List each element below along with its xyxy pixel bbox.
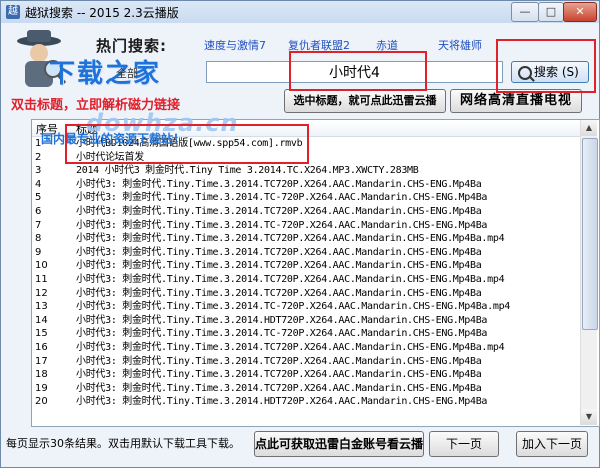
scrollbar-thumb[interactable] [582, 138, 598, 330]
table-row[interactable]: 8 小时代3: 刺金时代.Tiny.Time.3.2014.TC720P.X264… [32, 232, 597, 246]
table-row[interactable]: 12 小时代3: 刺金时代.Tiny.Time.3.2014.TC720P.X26… [32, 287, 597, 301]
row-index: 7 [35, 219, 42, 231]
table-row[interactable]: 7 小时代3: 刺金时代.Tiny.Time.3.2014.TC-720P.X26… [32, 219, 597, 233]
table-row[interactable]: 2 小时代论坛首发 [32, 151, 597, 165]
search-button-label: 搜索 (S) [534, 65, 579, 79]
results-table: 序号 标题 1 小时代BD1024高清国语版[www.spp54.com].rmv… [31, 119, 600, 427]
table-row[interactable]: 13 小时代3: 刺金时代.Tiny.Time.3.2014.TC-720P.X2… [32, 300, 597, 314]
row-index: 15 [35, 328, 48, 340]
table-row[interactable]: 20 小时代3: 刺金时代.Tiny.Time.3.2014.HDT720P.X2… [32, 395, 597, 409]
minimize-button[interactable]: — [511, 2, 539, 22]
title-bar: 越 越狱搜索 -- 2015 2.3云播版 — □ ✕ [1, 1, 599, 23]
row-index: 19 [35, 382, 48, 394]
table-row[interactable]: 19 小时代3: 刺金时代.Tiny.Time.3.2014.TC720P.X26… [32, 382, 597, 396]
row-index: 5 [35, 192, 42, 204]
row-index: 16 [35, 342, 48, 353]
table-row[interactable]: 10 小时代3: 刺金时代.Tiny.Time.3.2014.TC720P.X26… [32, 259, 597, 273]
row-title: 小时代3: 刺金时代.Tiny.Time.3.2014.TC720P.X264.… [76, 246, 482, 258]
row-title: 小时代3: 刺金时代.Tiny.Time.3.2014.TC720P.X264.… [76, 260, 482, 272]
search-button[interactable]: 搜索 (S) [511, 61, 589, 83]
table-row[interactable]: 16 小时代3: 刺金时代.Tiny.Time.3.2014.TC720P.X26… [32, 341, 597, 355]
row-title: 2014 小时代3 刺金时代.Tiny Time 3.2014.TC.X264.… [76, 165, 419, 177]
row-title: 小时代3: 刺金时代.Tiny.Time.3.2014.TC720P.X264.… [76, 233, 505, 245]
hot-link-2[interactable]: 复仇者联盟2 [288, 37, 350, 53]
hot-link-3[interactable]: 赤道 [376, 37, 398, 53]
table-row[interactable]: 9 小时代3: 刺金时代.Tiny.Time.3.2014.TC720P.X264… [32, 246, 597, 260]
row-index: 2 [35, 151, 42, 163]
row-title: 小时代3: 刺金时代.Tiny.Time.3.2014.HDT720P.X264… [76, 314, 488, 326]
live-tv-button[interactable]: 网络高清直播电视 [450, 89, 582, 113]
table-row[interactable]: 18 小时代3: 刺金时代.Tiny.Time.3.2014.TC720P.X26… [32, 368, 597, 382]
search-input[interactable] [206, 61, 503, 83]
table-row[interactable]: 4 小时代3: 刺金时代.Tiny.Time.3.2014.TC720P.X264… [32, 178, 597, 192]
window-title: 越狱搜索 -- 2015 2.3云播版 [25, 6, 179, 20]
maximize-button[interactable]: □ [538, 2, 564, 22]
table-row[interactable]: 5 小时代3: 刺金时代.Tiny.Time.3.2014.TC-720P.X26… [32, 191, 597, 205]
row-title: 小时代3: 刺金时代.Tiny.Time.3.2014.TC720P.X264.… [76, 369, 482, 381]
hot-link-1[interactable]: 速度与激情7 [204, 37, 266, 53]
row-index: 12 [35, 287, 48, 299]
close-button[interactable]: ✕ [563, 2, 597, 22]
domestic-watermark: 国内最专业的资源下载站！ [41, 132, 186, 146]
row-index: 18 [35, 369, 48, 381]
row-index: 6 [35, 206, 42, 217]
app-window: 越 越狱搜索 -- 2015 2.3云播版 — □ ✕ 热门搜索: 速度与激情7… [0, 0, 600, 468]
scroll-up-arrow-icon[interactable]: ▲ [581, 120, 597, 136]
row-index: 13 [35, 301, 48, 313]
scroll-down-arrow-icon[interactable]: ▼ [581, 409, 597, 425]
next-page-button[interactable]: 下一页 [429, 431, 499, 457]
app-icon: 越 [6, 5, 20, 19]
table-row[interactable]: 6 小时代3: 刺金时代.Tiny.Time.3.2014.TC720P.X264… [32, 205, 597, 219]
footer-info-text: 每页显示30条结果。双击用默认下载工具下载。 [6, 437, 240, 450]
row-index: 3 [35, 165, 42, 177]
site-logo: 下载之家 [49, 59, 162, 89]
row-index: 20 [35, 396, 48, 408]
row-index: 17 [35, 355, 48, 367]
row-index: 9 [35, 246, 42, 258]
row-title: 小时代3: 刺金时代.Tiny.Time.3.2014.TC-720P.X264… [76, 192, 488, 204]
row-index: 14 [35, 314, 48, 326]
row-index: 8 [35, 233, 42, 245]
row-title: 小时代3: 刺金时代.Tiny.Time.3.2014.TC720P.X264.… [76, 178, 482, 190]
row-title: 小时代3: 刺金时代.Tiny.Time.3.2014.TC-720P.X264… [76, 301, 511, 313]
xunlei-cloud-play-button[interactable]: 选中标题，就可点此迅雷云播 [284, 89, 446, 113]
xunlei-account-button[interactable]: 点此可获取迅雷白金账号看云播 [254, 431, 424, 457]
vertical-scrollbar[interactable]: ▲ ▼ [580, 120, 598, 425]
add-next-page-button[interactable]: 加入下一页 [516, 431, 588, 457]
search-icon [518, 66, 532, 80]
row-title: 小时代3: 刺金时代.Tiny.Time.3.2014.HDT720P.X264… [76, 396, 488, 408]
row-title: 小时代3: 刺金时代.Tiny.Time.3.2014.TC720P.X264.… [76, 206, 482, 217]
table-row[interactable]: 3 2014 小时代3 刺金时代.Tiny Time 3.2014.TC.X264… [32, 164, 597, 178]
row-title: 小时代3: 刺金时代.Tiny.Time.3.2014.TC720P.X264.… [76, 274, 505, 285]
table-row[interactable]: 14 小时代3: 刺金时代.Tiny.Time.3.2014.HDT720P.X2… [32, 314, 597, 328]
table-row[interactable]: 15 小时代3: 刺金时代.Tiny.Time.3.2014.TC-720P.X2… [32, 327, 597, 341]
row-title: 小时代3: 刺金时代.Tiny.Time.3.2014.TC-720P.X264… [76, 328, 488, 340]
category-all-label: 全部 [116, 67, 138, 80]
row-index: 10 [35, 260, 48, 272]
table-row[interactable]: 17 小时代3: 刺金时代.Tiny.Time.3.2014.TC720P.X26… [32, 355, 597, 369]
row-title: 小时代3: 刺金时代.Tiny.Time.3.2014.TC-720P.X264… [76, 219, 488, 231]
row-title: 小时代3: 刺金时代.Tiny.Time.3.2014.TC720P.X264.… [76, 287, 482, 299]
table-row[interactable]: 11 小时代3: 刺金时代.Tiny.Time.3.2014.TC720P.X26… [32, 273, 597, 287]
row-title: 小时代3: 刺金时代.Tiny.Time.3.2014.TC720P.X264.… [76, 382, 482, 394]
row-title: 小时代3: 刺金时代.Tiny.Time.3.2014.TC720P.X264.… [76, 355, 482, 367]
hot-link-4[interactable]: 天将雄师 [438, 37, 482, 53]
row-title: 小时代3: 刺金时代.Tiny.Time.3.2014.TC720P.X264.… [76, 342, 505, 353]
row-index: 4 [35, 178, 42, 190]
row-title: 小时代论坛首发 [76, 151, 144, 163]
row-index: 11 [35, 274, 48, 285]
